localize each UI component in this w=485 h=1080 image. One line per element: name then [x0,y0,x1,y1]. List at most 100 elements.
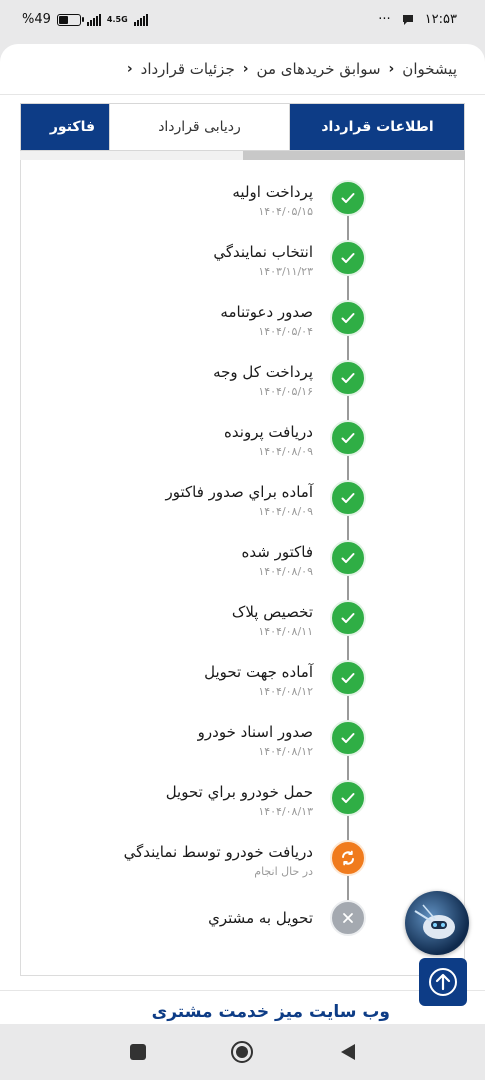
check-icon [341,253,355,263]
step-status-done [330,600,366,636]
tab-scroll-indicator-fill [242,151,465,160]
timeline-step: فاکتور شده ۱۴۰۴/۰۸/۰۹ [21,538,466,598]
step-text: تحویل به مشتري [208,908,313,928]
signal-icon-2 [133,13,148,26]
network-type: 4.5G [106,14,128,24]
step-text: آماده براي صدور فاکتور ۱۴۰۴/۰۸/۰۹ [166,482,313,520]
battery-percent: %49 [22,12,51,27]
footer-divider [0,990,485,991]
clock: ۱۲:۵۳ [424,12,457,27]
assistant-avatar-button[interactable] [405,891,469,955]
step-date: ۱۴۰۴/۰۸/۱۲ [258,685,313,698]
step-status-done [330,240,366,276]
step-title: آماده جهت تحویل [204,663,313,681]
chevron-left-icon: ‹ [388,61,395,77]
timeline-step: آماده جهت تحویل ۱۴۰۴/۰۸/۱۲ [21,658,466,718]
breadcrumb: پیشخوان ‹ سوابق خریدهای من ‹ جزئیات قرار… [0,44,485,94]
step-text: صدور اسناد خودرو ۱۴۰۴/۰۸/۱۲ [198,722,313,760]
step-text: آماده جهت تحویل ۱۴۰۴/۰۸/۱۲ [204,662,313,700]
main-card: پیشخوان ‹ سوابق خریدهای من ‹ جزئیات قرار… [0,44,485,1024]
check-icon [341,433,355,443]
step-text: تخصیص پلاک ۱۴۰۴/۰۸/۱۱ [232,602,313,640]
breadcrumb-item-contract-details[interactable]: جزئیات قرارداد [141,60,235,78]
more-dots: ··· [378,12,391,27]
step-title: انتخاب نمایندگي [213,243,313,261]
step-status-done [330,780,366,816]
check-icon [341,733,355,743]
step-text: دریافت خودرو توسط نمایندگي در حال انجام [124,842,313,880]
timeline-step: پرداخت اولیه ۱۴۰۴/۰۵/۱۵ [21,178,466,238]
arrow-up-circle-icon [429,968,457,996]
step-date: ۱۴۰۳/۱۱/۲۳ [258,265,313,278]
message-icon [402,14,413,25]
step-status-pending [330,900,366,936]
signal-icon [86,13,101,26]
step-date: در حال انجام [254,865,313,878]
step-title: پرداخت اولیه [232,183,313,201]
timeline-step: صدور دعوتنامه ۱۴۰۴/۰۵/۰۴ [21,298,466,358]
timeline-step: دریافت خودرو توسط نمایندگي در حال انجام [21,838,466,898]
step-text: انتخاب نمایندگي ۱۴۰۳/۱۱/۲۳ [213,242,313,280]
check-icon [341,373,355,383]
home-button[interactable] [230,1040,254,1064]
step-status-done [330,420,366,456]
step-title: حمل خودرو براي تحويل [165,783,313,801]
tab-bar: اطلاعات قرارداد ردیابی قرارداد فاکتور [20,103,465,151]
scroll-top-button[interactable] [419,958,467,1006]
step-text: فاکتور شده ۱۴۰۴/۰۸/۰۹ [242,542,313,580]
header-divider [0,94,485,95]
step-title: فاکتور شده [241,543,313,561]
check-icon [341,613,355,623]
step-status-done [330,540,366,576]
step-date: ۱۴۰۴/۰۸/۰۹ [258,445,313,458]
recents-button[interactable] [126,1040,150,1064]
tab-contract-info[interactable]: اطلاعات قرارداد [289,104,464,150]
step-text: حمل خودرو براي تحويل ۱۴۰۴/۰۸/۱۳ [166,782,313,820]
tracking-timeline: پرداخت اولیه ۱۴۰۴/۰۵/۱۵ انتخاب نمایندگي ۱۴۰… [20,160,465,976]
step-status-in-progress [330,840,366,876]
step-status-done [330,480,366,516]
step-status-done [330,180,366,216]
step-date: ۱۴۰۴/۰۸/۱۱ [258,625,313,638]
tab-contract-tracking[interactable]: ردیابی قرارداد [109,104,290,150]
home-circle-icon [231,1041,253,1063]
customer-service-link[interactable]: وب سایت میز خدمت مشتری [152,1002,390,1022]
step-title: دریافت پرونده [224,423,313,441]
timeline-step: دریافت پرونده ۱۴۰۴/۰۸/۰۹ [21,418,466,478]
step-date: ۱۴۰۴/۰۸/۱۲ [258,745,313,758]
robot-avatar-icon [414,904,455,939]
check-icon [341,553,355,563]
breadcrumb-item-dashboard[interactable]: پیشخوان [402,60,457,78]
system-nav-bar [0,1024,485,1080]
timeline-step: تحویل به مشتري [21,898,466,958]
step-status-done [330,360,366,396]
step-status-done [330,720,366,756]
square-icon [130,1044,146,1060]
tab-scroll-indicator [20,151,465,160]
timeline-step: تخصیص پلاک ۱۴۰۴/۰۸/۱۱ [21,598,466,658]
step-status-done [330,300,366,336]
step-text: پرداخت کل وجه ۱۴۰۴/۰۵/۱۶ [213,362,313,400]
check-icon [341,673,355,683]
status-bar: %49 4.5G ··· ۱۲:۵۳ [0,0,485,44]
timeline-step: حمل خودرو براي تحويل ۱۴۰۴/۰۸/۱۳ [21,778,466,838]
check-icon [341,493,355,503]
tab-invoice[interactable]: فاکتور [21,104,109,150]
step-date: ۱۴۰۴/۰۸/۰۹ [258,565,313,578]
step-text: دریافت پرونده ۱۴۰۴/۰۸/۰۹ [224,422,313,460]
back-triangle-icon [341,1044,355,1060]
step-date: ۱۴۰۴/۰۵/۰۴ [258,325,313,338]
step-date: ۱۴۰۴/۰۸/۰۹ [258,505,313,518]
step-status-done [330,660,366,696]
chevron-left-icon: ‹ [242,61,249,77]
step-title: صدور اسناد خودرو [197,723,313,741]
timeline-step: انتخاب نمایندگي ۱۴۰۳/۱۱/۲۳ [21,238,466,298]
step-title: پرداخت کل وجه [213,363,313,381]
status-left: %49 4.5G [22,12,148,27]
refresh-icon [342,850,354,866]
check-icon [341,313,355,323]
back-button[interactable] [336,1040,360,1064]
breadcrumb-item-purchases[interactable]: سوابق خریدهای من [257,60,381,78]
step-title: آماده براي صدور فاکتور [165,483,313,501]
chevron-left-icon: ‹ [126,61,133,77]
